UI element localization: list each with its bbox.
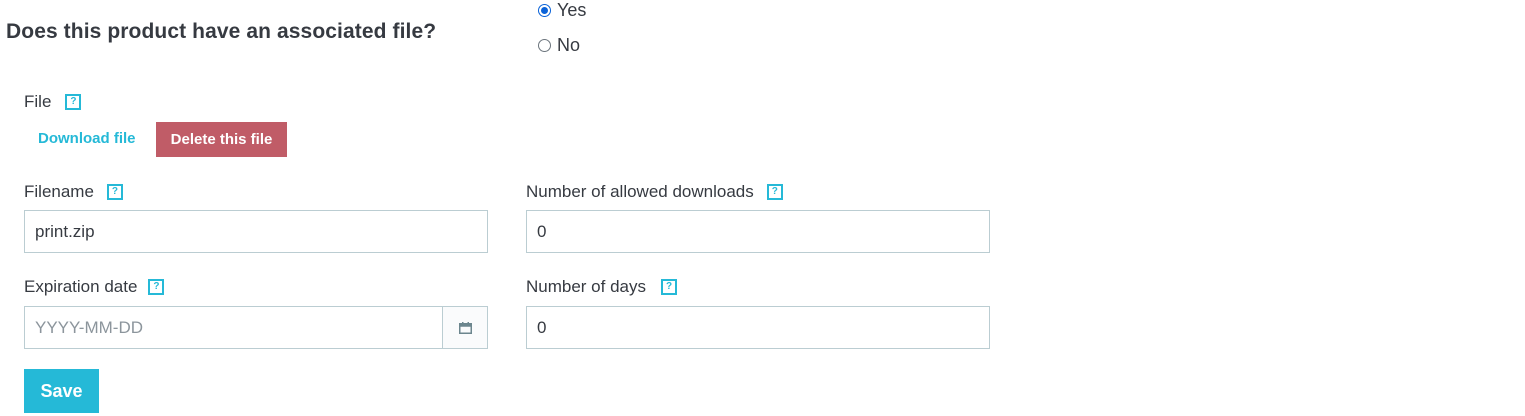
days-label-group: Number of days ?	[526, 277, 677, 297]
number-of-days-label: Number of days	[526, 277, 646, 296]
delete-file-button[interactable]: Delete this file	[156, 122, 287, 157]
allowed-downloads-help-icon[interactable]: ?	[766, 184, 783, 200]
file-help-icon[interactable]: ?	[65, 94, 82, 110]
filename-label-group: Filename ?	[24, 182, 123, 202]
number-of-days-input[interactable]: 0	[526, 306, 990, 349]
days-help-icon[interactable]: ?	[661, 279, 677, 295]
allowed-downloads-label-group: Number of allowed downloads ?	[526, 182, 783, 202]
filename-label: Filename	[24, 182, 94, 201]
download-file-link[interactable]: Download file	[38, 130, 136, 147]
save-button[interactable]: Save	[24, 369, 99, 413]
radio-option-yes[interactable]: Yes	[538, 0, 586, 21]
expiration-label-group: Expiration date ?	[24, 277, 165, 297]
allowed-downloads-input[interactable]: 0	[526, 210, 990, 253]
filename-input[interactable]: print.zip	[24, 210, 488, 253]
associated-file-question: Does this product have an associated fil…	[6, 20, 437, 43]
expiration-date-input[interactable]: YYYY-MM-DD	[25, 307, 442, 348]
radio-option-no[interactable]: No	[538, 35, 580, 56]
radio-button-no[interactable]	[538, 39, 551, 52]
filename-help-icon[interactable]: ?	[106, 184, 123, 200]
allowed-downloads-label: Number of allowed downloads	[526, 182, 754, 201]
file-label-group: File ?	[24, 92, 82, 112]
calendar-icon	[458, 321, 472, 334]
calendar-button[interactable]	[442, 307, 487, 348]
radio-label-yes: Yes	[557, 0, 587, 20]
radio-label-no: No	[557, 35, 581, 55]
expiration-date-field: YYYY-MM-DD	[24, 306, 488, 349]
radio-button-yes[interactable]	[538, 4, 551, 17]
virtual-product-form: Does this product have an associated fil…	[0, 0, 1525, 416]
expiration-help-icon[interactable]: ?	[148, 279, 165, 295]
expiration-date-label: Expiration date	[24, 277, 138, 296]
file-label: File	[24, 92, 52, 111]
